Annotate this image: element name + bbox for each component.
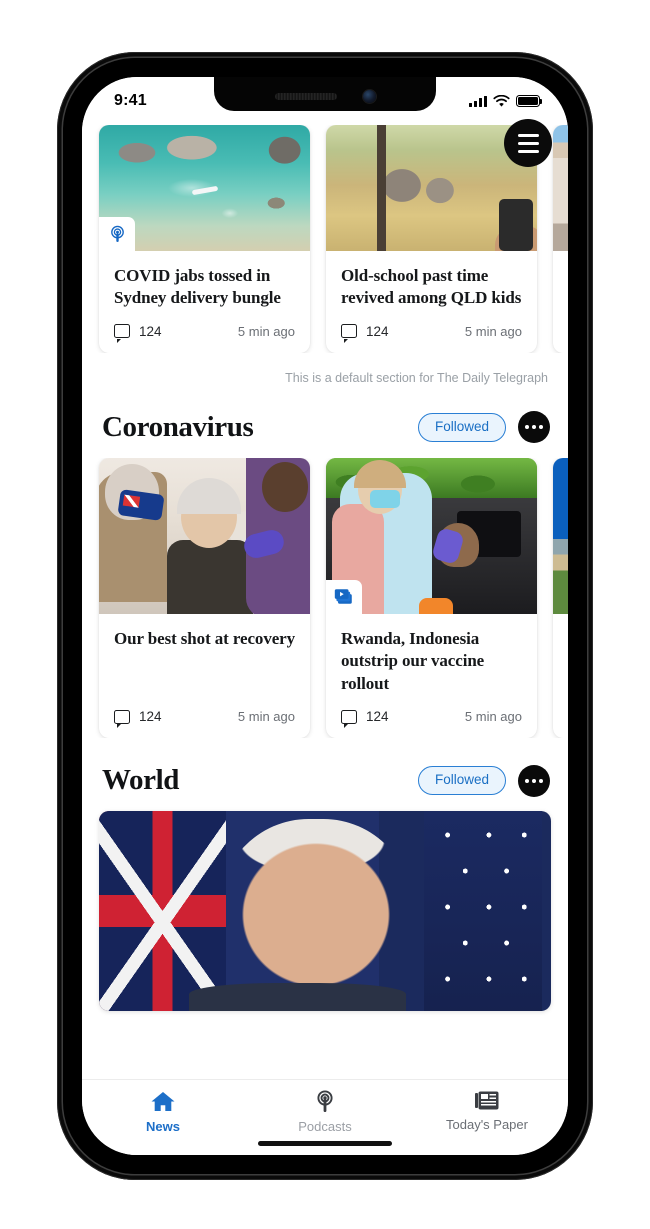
earpiece-speaker-icon (274, 92, 337, 100)
device-notch (214, 77, 436, 111)
comment-icon (114, 709, 130, 729)
front-camera-icon (362, 89, 376, 103)
article-body: Old-school past time revived among QLD k… (326, 251, 537, 310)
newspaper-icon (475, 1091, 499, 1110)
article-body (553, 614, 568, 738)
screenshot-stage: 9:41 COVID jabs tossed in Sydney deliver… (0, 0, 650, 1229)
article-timestamp: 5 min ago (237, 323, 295, 339)
article-meta: 124 5 min ago (326, 695, 537, 738)
comment-count: 124 (139, 709, 162, 725)
comment-count: 124 (139, 323, 162, 339)
article-title: Old-school past time revived among QLD k… (341, 266, 522, 308)
article-timestamp: 5 min ago (464, 709, 522, 725)
article-image (326, 457, 537, 614)
section-header-coronavirus: Coronavirus Followed (82, 385, 568, 458)
article-meta: 124 5 min ago (99, 695, 310, 738)
status-indicators (469, 89, 543, 108)
section-rail-coronavirus[interactable]: Our best shot at recovery 124 5 min ago (82, 457, 568, 739)
comment-icon (114, 324, 130, 343)
section-note: This is a default section for The Daily … (285, 370, 548, 385)
article-body (553, 251, 568, 353)
wifi-icon (493, 94, 510, 107)
article-body: Rwanda, Indonesia outstrip our vaccine r… (326, 614, 537, 695)
section-title: Coronavirus (102, 410, 254, 443)
phone-frame: 9:41 COVID jabs tossed in Sydney deliver… (57, 52, 593, 1180)
article-timestamp: 5 min ago (464, 323, 522, 339)
follow-toggle-button[interactable]: Followed (417, 766, 506, 795)
article-image (553, 125, 568, 251)
comment-count: 124 (366, 709, 389, 725)
tab-label: Today's Paper (446, 1117, 528, 1132)
article-title: Rwanda, Indonesia outstrip our vaccine r… (341, 628, 485, 693)
status-time: 9:41 (114, 92, 147, 109)
section-rail-default[interactable]: COVID jabs tossed in Sydney delivery bun… (82, 125, 568, 353)
follow-toggle-button[interactable]: Followed (417, 413, 506, 442)
home-icon (151, 1092, 175, 1111)
hero-article-image[interactable] (99, 811, 551, 1012)
tab-news[interactable]: News (103, 1090, 223, 1134)
tab-label: News (146, 1119, 180, 1134)
tab-label: Podcasts (298, 1119, 352, 1134)
article-card[interactable]: Our best shot at recovery 124 5 min ago (99, 457, 310, 739)
article-card[interactable] (553, 125, 568, 353)
article-meta: 124 5 min ago (326, 310, 537, 353)
section-header-world: World Followed (82, 738, 568, 811)
home-indicator[interactable] (258, 1141, 392, 1146)
section-more-icon[interactable] (518, 411, 550, 444)
article-image (553, 457, 568, 614)
cellular-bars-icon (469, 95, 487, 107)
article-meta: 124 5 min ago (99, 310, 310, 353)
podcast-icon (317, 1090, 333, 1112)
comment-icon (341, 324, 357, 343)
article-title: Our best shot at recovery (114, 628, 296, 648)
article-body: COVID jabs tossed in Sydney delivery bun… (99, 251, 310, 310)
article-card[interactable]: Rwanda, Indonesia outstrip our vaccine r… (326, 457, 537, 739)
article-image (99, 125, 310, 251)
article-card[interactable]: Old-school past time revived among QLD k… (326, 125, 537, 353)
section-more-icon[interactable] (518, 764, 550, 797)
article-card[interactable]: COVID jabs tossed in Sydney delivery bun… (99, 125, 310, 353)
tab-podcasts[interactable]: Podcasts (265, 1090, 385, 1134)
video-gallery-badge-icon (326, 579, 362, 614)
news-feed[interactable]: COVID jabs tossed in Sydney delivery bun… (82, 77, 568, 1079)
article-body: Our best shot at recovery (99, 614, 310, 695)
section-title: World (102, 764, 179, 797)
article-timestamp: 5 min ago (237, 709, 295, 725)
tab-todays-paper[interactable]: Today's Paper (427, 1090, 547, 1132)
battery-full-icon (516, 95, 543, 107)
hamburger-menu-icon[interactable] (504, 119, 552, 167)
podcast-badge-icon (99, 217, 135, 251)
comment-count: 124 (366, 323, 389, 339)
bottom-tab-bar[interactable]: News Podcasts Today's Paper (82, 1079, 568, 1155)
phone-screen: 9:41 COVID jabs tossed in Sydney deliver… (82, 77, 568, 1155)
comment-icon (341, 709, 357, 729)
article-card[interactable] (553, 457, 568, 739)
hero-image-wrap[interactable] (82, 811, 568, 1012)
article-image (99, 457, 310, 614)
article-title: COVID jabs tossed in Sydney delivery bun… (114, 266, 281, 308)
